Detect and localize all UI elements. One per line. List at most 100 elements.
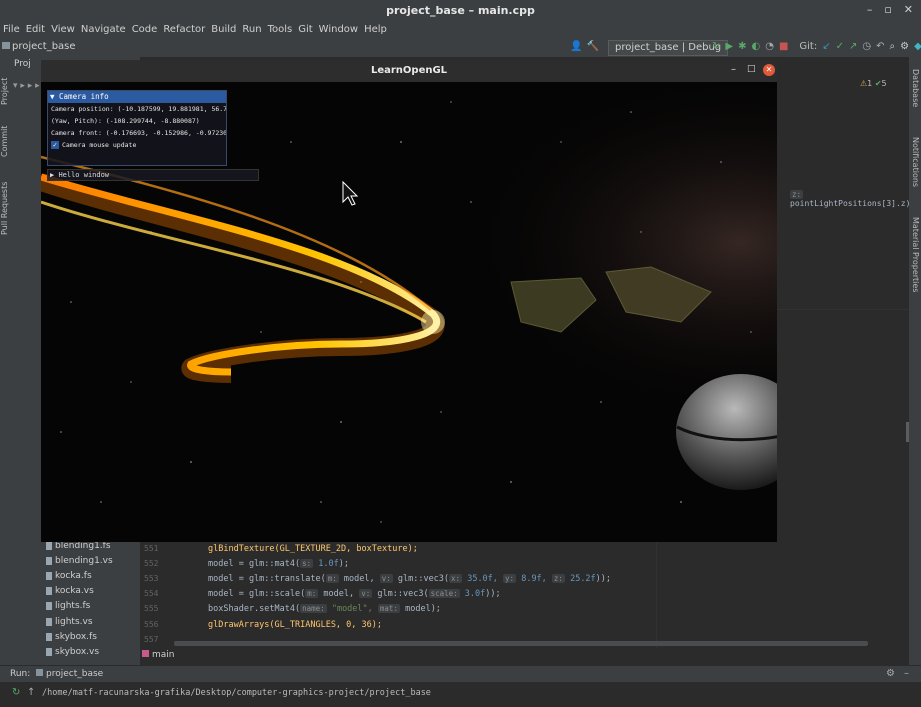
tab-pull-requests[interactable]: Pull Requests	[0, 175, 10, 235]
code-text: model,	[323, 589, 355, 599]
param-hint: z:	[790, 190, 804, 199]
menu-file[interactable]: File	[0, 24, 23, 35]
camera-info-panel[interactable]: ▼ Camera info Camera position: (-10.1875…	[47, 90, 227, 166]
code-text: glm::vec3(	[377, 589, 429, 599]
menu-view[interactable]: View	[48, 24, 78, 35]
project-panel-title[interactable]: Proj	[14, 59, 31, 69]
git-commit-icon[interactable]: ✓	[836, 41, 844, 52]
menu-edit[interactable]: Edit	[23, 24, 48, 35]
file-item[interactable]: blending1.fs	[46, 541, 111, 551]
code-text: model = glm::mat4(	[208, 559, 301, 569]
code-text: model = glm::translate(	[208, 574, 326, 584]
close-icon[interactable]: ✕	[763, 64, 775, 76]
line-number: 551	[144, 544, 159, 553]
code-line: glDrawArrays(GL_TRIANGLES, 0, 36);	[208, 620, 382, 630]
param-hint: x:	[449, 574, 463, 583]
camera-mouse-update-row[interactable]: ✓ Camera mouse update	[48, 139, 226, 151]
close-icon[interactable]: ✕	[904, 3, 913, 16]
camera-front: Camera front: (-0.176693, -0.152986, -0.…	[51, 129, 226, 137]
minimize-icon[interactable]: –	[731, 64, 736, 75]
up-icon[interactable]: ↑	[27, 687, 35, 698]
code-text: glBindTexture(GL_TEXTURE_2D, boxTexture)…	[208, 544, 418, 554]
file-item[interactable]: kocka.vs	[46, 586, 94, 596]
menu-code[interactable]: Code	[129, 24, 161, 35]
menu-git[interactable]: Git	[295, 24, 315, 35]
folder-icon	[2, 42, 10, 49]
param-hint: m:	[305, 589, 319, 598]
code-text: );	[338, 559, 350, 569]
git-update-icon[interactable]: ↙	[822, 41, 830, 52]
rendered-scene[interactable]: ▼ Camera info Camera position: (-10.1875…	[41, 82, 777, 542]
run-tab[interactable]: project_base	[36, 669, 103, 679]
user-icon[interactable]: 👤	[570, 41, 582, 52]
run-icon[interactable]: ▶	[725, 41, 733, 52]
tab-database[interactable]: Database	[910, 69, 920, 119]
camera-info-header[interactable]: ▼ Camera info	[48, 91, 226, 103]
param-hint: s:	[300, 559, 314, 568]
rerun-icon[interactable]: ↻	[712, 41, 720, 52]
code-number: 1.0f	[318, 559, 339, 569]
inspection-widget[interactable]: ⚠1 ✔5	[860, 79, 887, 88]
opengl-title-bar[interactable]: LearnOpenGL – □ ✕	[41, 60, 777, 82]
minimize-icon[interactable]: –	[867, 3, 873, 16]
hello-window-header[interactable]: ▶ Hello window	[47, 169, 259, 181]
file-item[interactable]: lights.fs	[46, 601, 90, 611]
file-item[interactable]: skybox.fs	[46, 632, 97, 642]
git-push-icon[interactable]: ↗	[849, 41, 857, 52]
revert-icon[interactable]: ↶	[876, 41, 884, 52]
menu-tools[interactable]: Tools	[265, 24, 296, 35]
code-line: glBindTexture(GL_TEXTURE_2D, boxTexture)…	[208, 544, 418, 554]
tab-project[interactable]: Project	[0, 65, 10, 105]
file-item[interactable]: blending1.vs	[46, 556, 113, 566]
file-name: blending1.vs	[55, 556, 113, 566]
project-breadcrumb[interactable]: project_base	[2, 41, 76, 52]
tab-commit[interactable]: Commit	[0, 117, 10, 157]
editor-tab-main[interactable]: main	[142, 650, 175, 660]
checkbox-checked-icon[interactable]: ✓	[51, 141, 59, 149]
opengl-window[interactable]: LearnOpenGL – □ ✕ ▼ Camera info Camera p…	[41, 60, 777, 542]
coverage-icon[interactable]: ◐	[751, 41, 760, 52]
checkbox-label: Camera mouse update	[62, 141, 137, 149]
git-label: Git:	[799, 41, 818, 52]
debug-icon[interactable]: ✱	[738, 41, 746, 52]
run-icons: ↻ ▶ ✱ ◐ ◔ ■ Git: ↙ ✓ ↗ ◷ ↶ ⌕ ⚙ ◆	[712, 41, 921, 52]
settings-icon[interactable]: ⚙	[900, 41, 909, 52]
code-line: model = glm::mat4(s: 1.0f);	[208, 559, 349, 569]
tab-material-properties[interactable]: Material Properties	[910, 217, 920, 297]
search-icon[interactable]: ⌕	[890, 41, 896, 52]
maximize-icon[interactable]: □	[747, 64, 756, 74]
stop-icon[interactable]: ■	[779, 41, 788, 52]
hide-icon[interactable]: –	[904, 668, 909, 679]
code-text: model	[405, 604, 431, 614]
horizontal-scrollbar[interactable]	[174, 641, 868, 646]
menu-window[interactable]: Window	[316, 24, 361, 35]
tab-notifications[interactable]: Notifications	[910, 137, 920, 197]
menu-run[interactable]: Run	[239, 24, 264, 35]
file-icon	[46, 617, 52, 626]
run-config-select[interactable]: project_base | Debug	[608, 40, 729, 56]
maximize-icon[interactable]: ▫	[884, 3, 891, 16]
profile-icon[interactable]: ◔	[765, 41, 774, 52]
menu-build[interactable]: Build	[208, 24, 239, 35]
file-icon	[46, 556, 52, 565]
settings-icon[interactable]: ⚙	[886, 668, 895, 679]
file-item[interactable]: lights.vs	[46, 617, 93, 627]
hammer-icon[interactable]: 🔨	[586, 41, 598, 52]
code-number: 3.0f	[464, 589, 486, 599]
menu-help[interactable]: Help	[361, 24, 390, 35]
code-line: model = glm::translate(m: model, v: glm:…	[208, 574, 611, 584]
file-name: lights.vs	[55, 617, 93, 627]
run-path: /home/matf-racunarska-grafika/Desktop/co…	[42, 688, 431, 698]
menu-navigate[interactable]: Navigate	[78, 24, 129, 35]
menu-refactor[interactable]: Refactor	[160, 24, 208, 35]
plugin-icon[interactable]: ◆	[914, 41, 921, 52]
code-string: "model",	[331, 604, 373, 614]
code-line: model = glm::scale(m: model, v: glm::vec…	[208, 589, 501, 599]
file-item[interactable]: skybox.vs	[46, 647, 99, 657]
rerun-icon[interactable]: ↻	[12, 687, 20, 698]
run-output: ↻ ↑ /home/matf-racunarska-grafika/Deskto…	[0, 682, 921, 707]
param-hint: name:	[300, 604, 327, 613]
file-item[interactable]: kocka.fs	[46, 571, 92, 581]
line-number: 554	[144, 589, 159, 598]
history-icon[interactable]: ◷	[862, 41, 871, 52]
